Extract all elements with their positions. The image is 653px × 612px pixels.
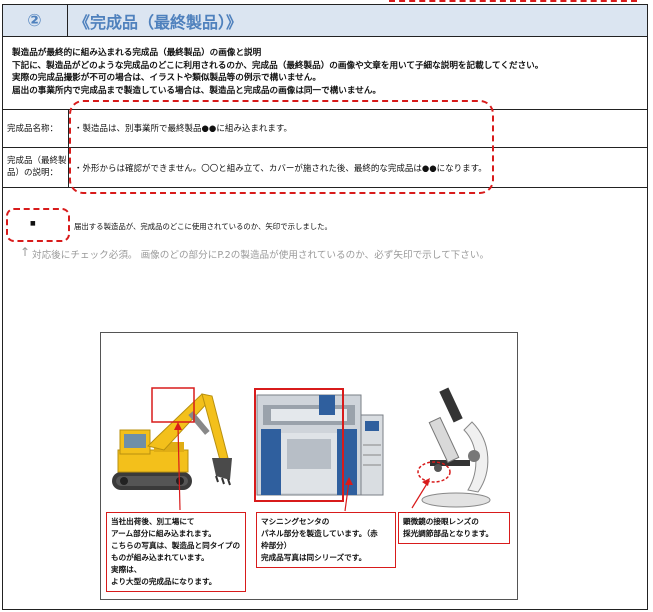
machining-caption: マシニングセンタの パネル部分を製造しています。（赤 枠部分） 完成品写真は同シ… (256, 512, 396, 568)
machining-center-image (254, 388, 384, 512)
up-arrow-icon: ↑ (20, 245, 31, 259)
intro-line: 製造品が最終的に組み込まれる完成品（最終製品）の画像と説明 (12, 48, 262, 58)
check-note: 対応後にチェック必須。 画像のどの部分にP.2の製造品が使用されているのか、必ず… (32, 250, 490, 261)
intro-line: 届出の事業所内で完成品まで製造している場合は、製造品と完成品の画像は同一で構いま… (12, 85, 382, 96)
marker-glyph: ■ (30, 220, 36, 227)
product-name-label: 完成品名称： (7, 124, 59, 134)
marker-highlight-box (6, 208, 70, 242)
microscope-image (411, 387, 491, 509)
intro-line: 下記に、製造品がどのような完成品のどこに利用されるのか、完成品（最終製品）の画像… (12, 60, 544, 71)
microscope-caption: 顕微鏡の接眼レンズの 採光調節部品となります。 (398, 512, 510, 544)
arrow-note: 届出する製造品が、完成品のどこに使用されているのか、矢印で示しました。 (74, 222, 332, 231)
intro-line: 実際の完成品撮影が不可の場合は、イラストや類似製品等の例示で構いません。 (12, 73, 321, 84)
product-description-label: 完成品（最終製 品）の説明： (7, 156, 67, 178)
intro-text: 製造品が最終的に組み込まれる完成品（最終製品）の画像と説明 下記に、製造品がどの… (12, 47, 642, 97)
excavator-image (112, 387, 232, 511)
value-highlight-box (69, 100, 494, 194)
excavator-caption: 当社出荷後、別工場にて アーム部分に組み込まれます。 こちらの写真は、製造品と同… (106, 512, 246, 592)
